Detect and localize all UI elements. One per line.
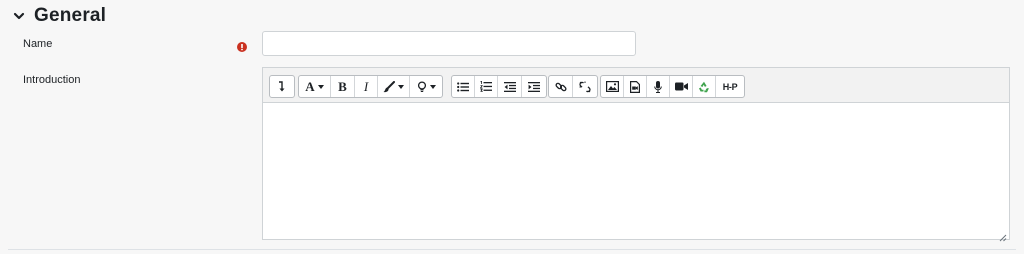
file-video-icon bbox=[630, 80, 640, 93]
name-label: Name bbox=[23, 38, 53, 50]
video-camera-icon bbox=[674, 82, 688, 91]
image-icon bbox=[605, 81, 619, 92]
indent-button[interactable] bbox=[522, 76, 546, 97]
name-input[interactable] bbox=[262, 31, 636, 56]
caret-down-icon bbox=[429, 84, 436, 89]
outdent-icon bbox=[503, 81, 516, 92]
introduction-label: Introduction bbox=[23, 74, 81, 86]
list-ol-icon bbox=[480, 81, 492, 92]
link-icon bbox=[555, 82, 566, 91]
font-color-button[interactable] bbox=[378, 76, 410, 97]
link-button[interactable] bbox=[549, 76, 573, 97]
background-color-button[interactable] bbox=[410, 76, 442, 97]
list-ul-icon bbox=[457, 81, 469, 92]
font-icon: A bbox=[305, 78, 315, 94]
toolbar-group-media: H-P bbox=[600, 75, 745, 98]
insert-h5p-button[interactable]: H-P bbox=[716, 76, 744, 97]
recycle-icon bbox=[699, 81, 709, 92]
paint-brush-icon bbox=[383, 80, 395, 92]
editor-toolbar: A B I H-P bbox=[263, 68, 1009, 103]
caret-down-icon bbox=[317, 84, 324, 89]
insert-media-button[interactable] bbox=[624, 76, 647, 97]
record-audio-button[interactable] bbox=[647, 76, 670, 97]
lightbulb-icon bbox=[417, 80, 426, 92]
ordered-list-button[interactable] bbox=[475, 76, 498, 97]
microphone-icon bbox=[654, 80, 662, 93]
outdent-button[interactable] bbox=[498, 76, 522, 97]
indent-icon bbox=[528, 81, 540, 92]
manage-files-button[interactable] bbox=[693, 76, 716, 97]
resize-handle-icon[interactable] bbox=[999, 229, 1007, 242]
h5p-icon: H-P bbox=[722, 81, 738, 92]
italic-icon: I bbox=[363, 78, 369, 94]
unordered-list-button[interactable] bbox=[452, 76, 475, 97]
unlink-button[interactable] bbox=[573, 76, 597, 97]
toolbar-group-lists bbox=[451, 75, 547, 98]
section-divider bbox=[8, 249, 1016, 250]
paragraph-styles-button[interactable]: A bbox=[299, 76, 331, 97]
toolbar-group-style: A B I bbox=[298, 75, 443, 98]
bold-icon: B bbox=[338, 78, 347, 94]
italic-button[interactable]: I bbox=[355, 76, 378, 97]
toolbar-group-collapse bbox=[269, 75, 295, 98]
insert-image-button[interactable] bbox=[601, 76, 624, 97]
toolbar-group-links bbox=[548, 75, 598, 98]
required-icon bbox=[237, 39, 247, 52]
level-down-icon bbox=[279, 80, 285, 91]
introduction-content-area[interactable] bbox=[263, 103, 1009, 240]
unlink-icon bbox=[579, 81, 591, 92]
show-more-buttons-button[interactable] bbox=[270, 76, 294, 97]
section-header-general[interactable]: General bbox=[12, 3, 106, 29]
chevron-down-icon[interactable] bbox=[12, 9, 26, 23]
introduction-editor: A B I H-P bbox=[262, 67, 1010, 242]
record-video-button[interactable] bbox=[670, 76, 693, 97]
section-title: General bbox=[34, 5, 107, 26]
caret-down-icon bbox=[398, 84, 404, 89]
bold-button[interactable]: B bbox=[331, 76, 355, 97]
